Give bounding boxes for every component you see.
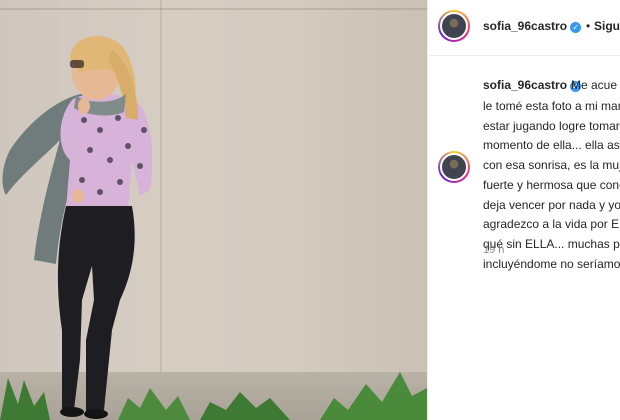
- caption-username[interactable]: sofia_96castro ✓: [483, 78, 582, 92]
- caption-first-line: Me acue: [571, 78, 618, 92]
- separator-dot: •: [586, 19, 591, 33]
- post-side-panel: sofia_96castro✓ • Siguien sofia_96castro…: [427, 0, 620, 420]
- post-timestamp[interactable]: 19 h: [483, 244, 504, 256]
- caption-line: fuerte y hermosa que cono: [483, 177, 620, 192]
- photo-subject: [0, 35, 427, 420]
- caption-line: agradezco a la vida por ELL: [483, 217, 620, 232]
- post-header: sofia_96castro✓ • Siguien: [428, 0, 620, 56]
- caption-line: estar jugando logre tomar: [483, 118, 620, 133]
- caption-line: momento de ella... ella así: [483, 138, 620, 153]
- post-photo[interactable]: [0, 0, 427, 420]
- caption-line: deja vencer por nada y yo: [483, 197, 620, 212]
- follow-button[interactable]: Siguien: [594, 19, 620, 33]
- header-username[interactable]: sofia_96castro ✓: [483, 19, 582, 33]
- caption-line: le tomé esta foto a mi mam: [483, 99, 620, 113]
- caption-line: incluyéndome no seríamo: [483, 256, 620, 271]
- verified-badge-icon: ✓: [570, 22, 582, 33]
- caption-line: con esa sonrisa, es la mujer: [483, 158, 620, 173]
- caption-avatar-icon[interactable]: [438, 151, 470, 183]
- caption-username-text[interactable]: sofia_96castro: [483, 78, 567, 92]
- profile-avatar-icon[interactable]: [438, 10, 470, 42]
- header-username-text[interactable]: sofia_96castro: [483, 19, 567, 33]
- pants: [57, 206, 135, 412]
